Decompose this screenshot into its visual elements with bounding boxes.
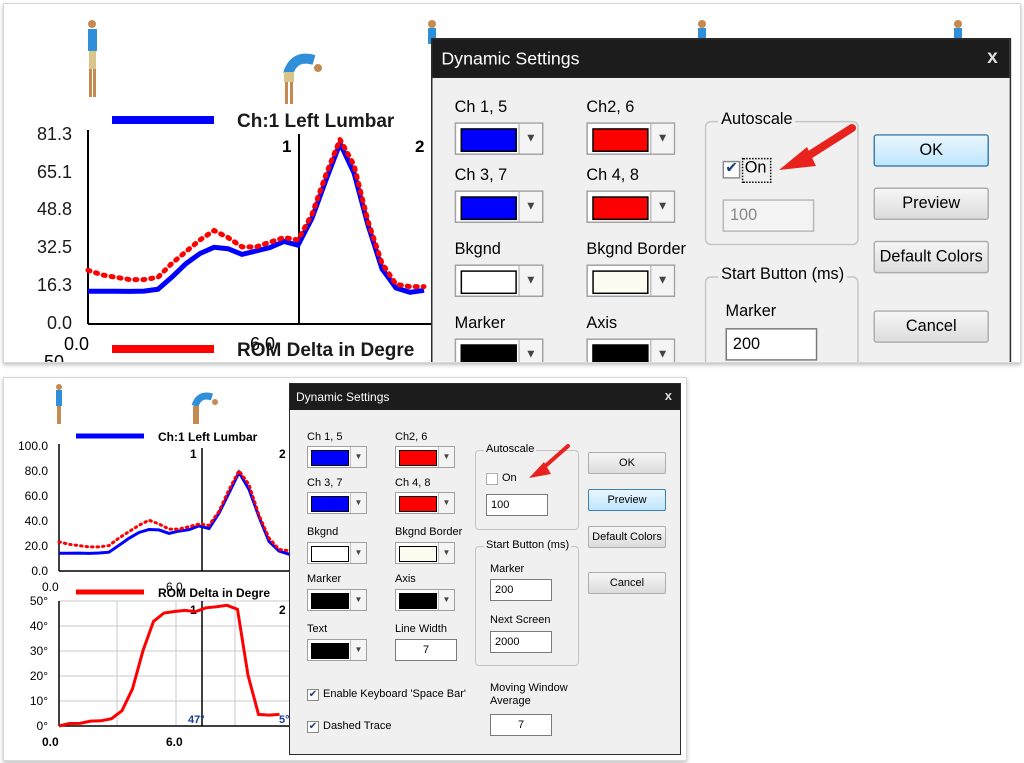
top-screenshot-panel: Ch:1 Left Lumbar 81.3 65.1 48.8 32.5 16.…: [3, 3, 1021, 363]
red-arrow-annotation: [779, 124, 856, 170]
bottom-screenshot-panel: Ch:1 Left Lumbar 100.0 80.0 60.0 40.0 20…: [3, 377, 687, 761]
red-arrow-annotation: [529, 444, 570, 478]
